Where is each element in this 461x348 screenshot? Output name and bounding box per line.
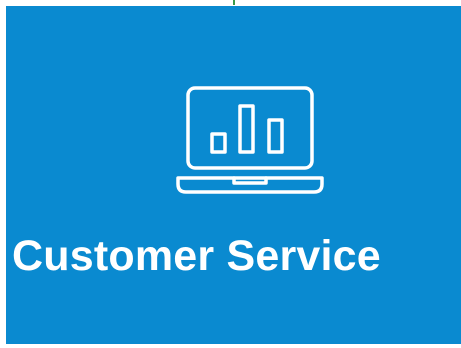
laptop-bar-chart-icon (176, 86, 324, 194)
top-accent-mark (233, 0, 235, 5)
page: Customer Service (0, 0, 461, 348)
tile-label: Customer Service (12, 232, 381, 280)
customer-service-tile[interactable]: Customer Service (6, 6, 461, 344)
